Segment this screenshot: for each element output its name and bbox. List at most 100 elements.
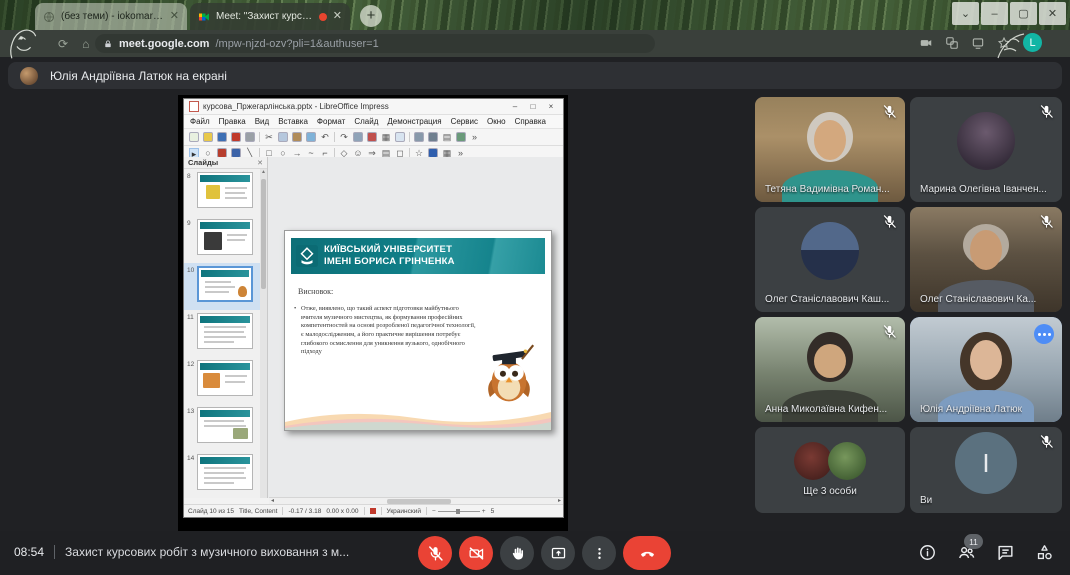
- current-slide[interactable]: КИЇВСЬКИЙ УНІВЕРСИТЕТ ІМЕНІ БОРИСА ГРІНЧ…: [284, 230, 552, 431]
- undo-icon[interactable]: ↶: [320, 132, 330, 142]
- slide-thumbnail[interactable]: 8: [184, 169, 260, 216]
- menu-item[interactable]: Формат: [317, 117, 345, 126]
- image-icon[interactable]: [456, 132, 466, 142]
- share-icon[interactable]: [971, 36, 985, 50]
- menu-item[interactable]: Окно: [487, 117, 506, 126]
- menu-item[interactable]: Правка: [219, 117, 246, 126]
- table-icon[interactable]: ▤: [442, 132, 452, 142]
- status-object-size: 0.00 x 0.00: [326, 508, 358, 515]
- profile-avatar[interactable]: L: [1023, 33, 1042, 52]
- media-control-icon[interactable]: [919, 36, 933, 50]
- new-document-icon[interactable]: [189, 132, 199, 142]
- mic-off-icon: [1039, 434, 1054, 449]
- menu-item[interactable]: Файл: [190, 117, 210, 126]
- participant-tile[interactable]: Ще 3 особи: [755, 427, 905, 513]
- menu-item[interactable]: Демонстрация: [387, 117, 441, 126]
- meeting-details-button[interactable]: [918, 543, 937, 562]
- clone-formatting-icon[interactable]: [306, 132, 316, 142]
- close-panel-icon[interactable]: ✕: [257, 159, 263, 167]
- menu-item[interactable]: Сервис: [451, 117, 478, 126]
- participant-tile[interactable]: Олег Станіславович Каш...: [755, 207, 905, 312]
- participant-tile[interactable]: Анна Миколаївна Кифен...: [755, 317, 905, 422]
- slides-scrollbar[interactable]: ▲: [260, 169, 267, 498]
- status-language[interactable]: Украинский: [387, 508, 422, 515]
- university-logo-icon: [296, 245, 318, 267]
- screen: (без теми) - iokomarova.uk18@ ✕ Meet: "З…: [0, 0, 1070, 575]
- slide-thumbnail[interactable]: 13: [184, 404, 260, 451]
- display-views-icon[interactable]: [395, 132, 405, 142]
- close-button[interactable]: ✕: [1039, 2, 1066, 25]
- menu-item[interactable]: Вид: [255, 117, 269, 126]
- bookmark-star-icon[interactable]: [997, 36, 1011, 50]
- status-cursor-position: -0.17 / 3.18: [288, 508, 321, 515]
- address-bar[interactable]: meet.google.com/mpw-njzd-ozv?pli=1&authu…: [95, 34, 655, 53]
- cut-icon[interactable]: ✂: [264, 132, 274, 142]
- find-replace-icon[interactable]: [353, 132, 363, 142]
- reload-icon[interactable]: ⟳: [58, 37, 68, 51]
- activities-button[interactable]: [1035, 543, 1054, 562]
- slide-canvas[interactable]: КИЇВСЬКИЙ УНІВЕРСИТЕТ ІМЕНІ БОРИСА ГРІНЧ…: [268, 157, 563, 498]
- microphone-muted-button[interactable]: [418, 536, 452, 570]
- participants-button[interactable]: 11: [957, 543, 976, 562]
- open-icon[interactable]: [203, 132, 213, 142]
- minimize-button[interactable]: –: [981, 2, 1008, 25]
- save-icon[interactable]: [217, 132, 227, 142]
- zoom-slider[interactable]: −+: [432, 508, 486, 515]
- menu-item[interactable]: Вставка: [278, 117, 308, 126]
- close-tab-icon[interactable]: ✕: [333, 11, 342, 22]
- slide-thumbnail[interactable]: 9: [184, 216, 260, 263]
- recording-indicator-icon: [319, 13, 327, 21]
- slide-thumbnail[interactable]: 12: [184, 357, 260, 404]
- slide-number: 10: [187, 267, 194, 274]
- impress-minimize-button[interactable]: –: [508, 102, 522, 111]
- more-options-button[interactable]: [582, 536, 616, 570]
- impress-window-title: курсова_Пржегарлінська.pptx - LibreOffic…: [203, 102, 504, 111]
- maximize-button[interactable]: ▢: [1010, 2, 1037, 25]
- menu-item[interactable]: Слайд: [354, 117, 378, 126]
- globe-icon: [43, 11, 55, 23]
- close-tab-icon[interactable]: ✕: [170, 11, 179, 22]
- status-zoom-value: 5: [491, 508, 495, 515]
- display-grid-icon[interactable]: ▦: [381, 132, 391, 142]
- redo-icon[interactable]: ↷: [339, 132, 349, 142]
- present-screen-button[interactable]: [541, 536, 575, 570]
- paste-icon[interactable]: [292, 132, 302, 142]
- mic-off-icon: [1039, 104, 1054, 119]
- chat-button[interactable]: [996, 543, 1015, 562]
- participant-tile[interactable]: Олег Станіславович Ка...: [910, 207, 1062, 312]
- slide-thumbnail[interactable]: 14: [184, 451, 260, 498]
- raise-hand-button[interactable]: [500, 536, 534, 570]
- home-icon[interactable]: ⌂: [82, 37, 89, 51]
- participant-tile[interactable]: Юлія Андріївна Латюк: [910, 317, 1062, 422]
- start-presentation-icon[interactable]: [428, 132, 438, 142]
- impress-close-button[interactable]: ×: [544, 102, 558, 111]
- mic-off-icon: [882, 104, 897, 119]
- export-pdf-icon[interactable]: [231, 132, 241, 142]
- presenting-banner: Юлія Андріївна Латюк на екрані: [8, 62, 1062, 89]
- copy-icon[interactable]: [278, 132, 288, 142]
- translate-icon[interactable]: [945, 36, 959, 50]
- new-tab-button[interactable]: +: [360, 5, 382, 27]
- browser-tab-meet[interactable]: Meet: "Захист курсових роб ✕: [190, 3, 350, 30]
- scroll-up-icon[interactable]: ▲: [260, 169, 267, 176]
- spelling-icon[interactable]: [367, 132, 377, 142]
- master-slide-icon[interactable]: [414, 132, 424, 142]
- slide-thumbnail[interactable]: 11: [184, 310, 260, 357]
- participant-grid: Тетяна Вадимівна Роман...Марина Олегівна…: [755, 97, 1062, 513]
- slide-number: 12: [187, 361, 194, 368]
- toolbar-overflow-icon[interactable]: »: [472, 132, 477, 142]
- browser-menu-chevron-icon[interactable]: ⌄: [952, 2, 979, 25]
- camera-off-button[interactable]: [459, 536, 493, 570]
- participant-tile[interactable]: Марина Олегівна Іванчен...: [910, 97, 1062, 202]
- menu-item[interactable]: Справка: [515, 117, 546, 126]
- participant-tile[interactable]: Тетяна Вадимівна Роман...: [755, 97, 905, 202]
- browser-tab-mail[interactable]: (без теми) - iokomarova.uk18@ ✕: [35, 3, 187, 30]
- impress-maximize-button[interactable]: □: [526, 102, 540, 111]
- print-icon[interactable]: [245, 132, 255, 142]
- impress-titlebar[interactable]: курсова_Пржегарлінська.pptx - LibreOffic…: [184, 99, 563, 115]
- participant-avatar: [957, 112, 1015, 170]
- end-call-button[interactable]: [623, 536, 671, 570]
- tile-options-button[interactable]: [1034, 324, 1054, 344]
- slide-thumbnail[interactable]: 10: [184, 263, 260, 310]
- participant-tile[interactable]: IВи: [910, 427, 1062, 513]
